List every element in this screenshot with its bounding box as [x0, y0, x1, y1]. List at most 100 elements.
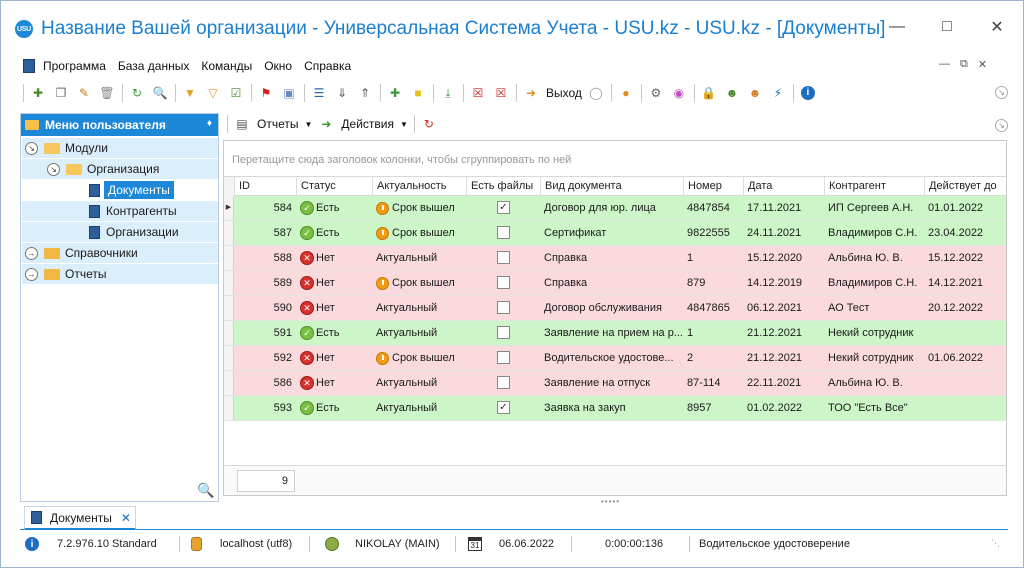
refresh-icon[interactable]: ↻: [129, 85, 145, 101]
reload-icon[interactable]: ↻: [421, 116, 437, 132]
actions-icon[interactable]: ➜: [318, 116, 334, 132]
minimize-button[interactable]: —: [879, 13, 915, 41]
users-icon[interactable]: ☻: [747, 85, 763, 101]
tree-item-contragents[interactable]: Контрагенты: [89, 201, 177, 221]
table-row[interactable]: 592 ✕ Нет Срок вышел Водительское удостов…: [224, 346, 1006, 371]
close-button[interactable]: ✕: [979, 13, 1015, 41]
tree-label: Организация: [87, 162, 160, 176]
group-by-hint[interactable]: Перетащите сюда заголовок колонки, чтобы…: [232, 154, 571, 166]
table-row[interactable]: 591 ✓ Есть Актуальный Заявление на прием …: [224, 321, 1006, 346]
tab-documents[interactable]: Документы ✕: [24, 506, 136, 530]
tree-item-modules[interactable]: ↘ Модули: [25, 138, 108, 158]
mdi-close-icon[interactable]: ✕: [978, 58, 987, 71]
sticky-note-icon[interactable]: ■: [410, 85, 426, 101]
filter-clear-icon[interactable]: ▽: [205, 85, 221, 101]
exit-arrow-icon[interactable]: ◯: [588, 85, 604, 101]
download-icon[interactable]: ⤓: [440, 85, 456, 101]
close-all-icon[interactable]: ☒: [493, 85, 509, 101]
splitter-handle[interactable]: •••••: [601, 497, 620, 506]
grid-header: ID Статус Актуальность Есть файлы Вид до…: [224, 176, 1006, 196]
column-header-doc-type[interactable]: Вид документа: [540, 177, 683, 196]
has-files-checkbox[interactable]: ✓: [497, 201, 510, 214]
delete-record-icon[interactable]: 🗑: [99, 85, 115, 101]
tree-item-documents[interactable]: Документы: [89, 180, 174, 200]
columns-icon[interactable]: ☰: [311, 85, 327, 101]
column-header-id[interactable]: ID: [234, 177, 296, 196]
filter-icon[interactable]: ▼: [182, 85, 198, 101]
column-header-status[interactable]: Статус: [296, 177, 372, 196]
toolbar-overflow-icon[interactable]: ↘: [995, 86, 1008, 99]
menu-commands[interactable]: Команды: [201, 59, 252, 73]
has-files-checkbox[interactable]: [497, 376, 510, 389]
chevron-down-icon[interactable]: ▼: [400, 120, 408, 129]
user-icon[interactable]: ☻: [724, 85, 740, 101]
menu-database[interactable]: База данных: [118, 59, 189, 73]
actions-button[interactable]: Действия: [341, 117, 394, 131]
column-header-date[interactable]: Дата: [743, 177, 824, 196]
exit-icon[interactable]: ➜: [523, 85, 539, 101]
menu-program[interactable]: Программа: [43, 59, 106, 73]
collapse-icon[interactable]: ↘: [47, 162, 60, 176]
table-row[interactable]: 590 ✕ Нет Актуальный Договор обслуживания…: [224, 296, 1006, 321]
tree-item-organization[interactable]: ↘ Организация: [47, 159, 159, 179]
close-tab-icon[interactable]: ✕: [121, 511, 131, 525]
column-header-actuality[interactable]: Актуальность: [372, 177, 466, 196]
cell-contragent: Владимиров С.Н.: [828, 227, 918, 239]
image-icon[interactable]: ▣: [281, 85, 297, 101]
grid-toolbar-overflow-icon[interactable]: ↘: [995, 119, 1008, 132]
search-icon[interactable]: 🔍: [152, 85, 168, 101]
info-icon[interactable]: i: [800, 85, 816, 101]
tree-item-references[interactable]: → Справочники: [25, 243, 138, 263]
exit-button[interactable]: Выход: [546, 86, 582, 100]
mdi-restore-icon[interactable]: ⧉: [960, 58, 968, 71]
table-row[interactable]: ▶ 584 ✓ Есть Срок вышел ✓ Договор для юр.…: [224, 196, 1006, 221]
reports-button[interactable]: Отчеты: [257, 117, 298, 131]
pin-icon[interactable]: ♦: [207, 118, 212, 129]
column-header-has-files[interactable]: Есть файлы: [466, 177, 540, 196]
maximize-button[interactable]: □: [929, 13, 965, 41]
location-pin-icon[interactable]: ●: [618, 85, 634, 101]
reports-icon[interactable]: ▤: [234, 116, 250, 132]
expand-icon[interactable]: ⇑: [357, 85, 373, 101]
plug-icon[interactable]: ⚡: [770, 85, 786, 101]
menu-help[interactable]: Справка: [304, 59, 351, 73]
tree-item-organizations[interactable]: Организации: [89, 222, 179, 242]
has-files-checkbox[interactable]: [497, 276, 510, 289]
table-row[interactable]: 593 ✓ Есть Актуальный ✓ Заявка на закуп 8…: [224, 396, 1006, 421]
gear-icon[interactable]: ⚙: [648, 85, 664, 101]
has-files-checkbox[interactable]: [497, 251, 510, 264]
column-header-valid-until[interactable]: Действует до: [924, 177, 1006, 196]
search-icon[interactable]: 🔍: [197, 482, 214, 498]
column-header-number[interactable]: Номер: [683, 177, 743, 196]
edit-record-icon[interactable]: ✎: [76, 85, 92, 101]
table-row[interactable]: 589 ✕ Нет Срок вышел Справка 879 14.12.20…: [224, 271, 1006, 296]
has-files-checkbox[interactable]: [497, 301, 510, 314]
resize-grip-icon[interactable]: ⋱: [991, 538, 1000, 549]
table-row[interactable]: 588 ✕ Нет Актуальный Справка 1 15.12.2020…: [224, 246, 1006, 271]
add-note-icon[interactable]: ✚: [387, 85, 403, 101]
app-menu-icon[interactable]: [23, 59, 35, 73]
filter-settings-icon[interactable]: ☑: [228, 85, 244, 101]
cell-id: 589: [273, 277, 292, 289]
menu-window[interactable]: Окно: [264, 59, 292, 73]
has-files-checkbox[interactable]: [497, 326, 510, 339]
flag-icon[interactable]: ⚑: [258, 85, 274, 101]
tree-item-reports[interactable]: → Отчеты: [25, 264, 106, 284]
collapse-icon[interactable]: ⇓: [334, 85, 350, 101]
add-record-icon[interactable]: ✚: [30, 85, 46, 101]
collapse-icon[interactable]: ↘: [25, 141, 38, 155]
copy-record-icon[interactable]: ❐: [53, 85, 69, 101]
mdi-minimize-icon[interactable]: —: [939, 58, 950, 71]
table-row[interactable]: 587 ✓ Есть Срок вышел Сертификат 9822555 …: [224, 221, 1006, 246]
close-window-icon[interactable]: ☒: [470, 85, 486, 101]
lock-icon[interactable]: 🔒: [701, 85, 717, 101]
column-header-contragent[interactable]: Контрагент: [824, 177, 924, 196]
has-files-checkbox[interactable]: [497, 226, 510, 239]
expand-icon[interactable]: →: [25, 267, 38, 281]
has-files-checkbox[interactable]: ✓: [497, 401, 510, 414]
table-row[interactable]: 586 ✕ Нет Актуальный Заявление на отпуск …: [224, 371, 1006, 396]
expand-icon[interactable]: →: [25, 246, 38, 260]
has-files-checkbox[interactable]: [497, 351, 510, 364]
chevron-down-icon[interactable]: ▼: [304, 120, 312, 129]
color-palette-icon[interactable]: ◉: [671, 85, 687, 101]
